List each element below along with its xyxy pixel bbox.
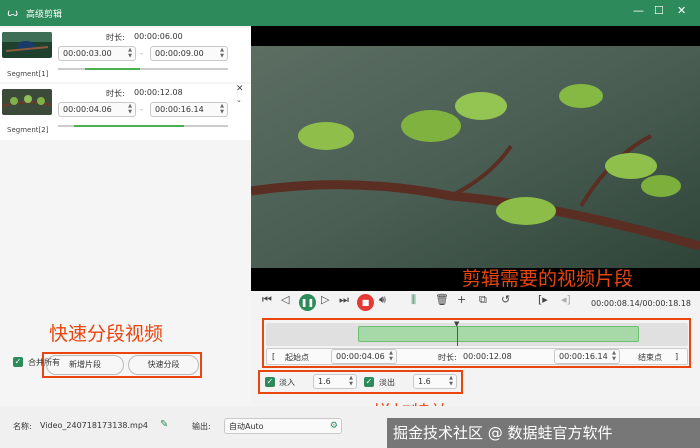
segment-range bbox=[74, 125, 184, 127]
spinner-icon: ▲ ▼ bbox=[389, 350, 393, 362]
quick-split-button[interactable]: 快速分段 bbox=[128, 355, 199, 375]
fade-in-checkbox[interactable]: ✓ bbox=[265, 377, 275, 387]
segment-panel: Segment[1] 时长: 00:00:06.00 00:00:03.00 ▲ ▼… bbox=[0, 26, 251, 406]
gear-icon: ⚙ bbox=[329, 421, 338, 431]
window-title: 高级剪辑 bbox=[26, 10, 63, 20]
cut-duration: 00:00:12.08 bbox=[463, 352, 512, 361]
skip-end-icon[interactable]: ⏭ bbox=[339, 293, 349, 307]
end-point-button[interactable]: 结束点 bbox=[638, 352, 662, 363]
skip-start-icon[interactable]: ⏮ bbox=[262, 293, 272, 307]
set-start-icon[interactable]: [▸ bbox=[538, 293, 548, 306]
app-logo-icon: ꙍ bbox=[7, 6, 19, 19]
reset-icon[interactable]: ↺ bbox=[501, 293, 510, 306]
segment-duration: 00:00:06.00 bbox=[134, 32, 183, 41]
play-icon[interactable]: ❚❚ bbox=[299, 294, 316, 311]
split-icon[interactable]: ⫼ bbox=[411, 293, 416, 307]
name-label: 名称: bbox=[13, 422, 32, 431]
segment-thumbnail bbox=[2, 32, 52, 58]
chevron-down-icon[interactable]: ⌄ bbox=[236, 96, 242, 104]
segment-item[interactable]: Segment[2] 时长: 00:00:12.08 ✕ ⌄ 00:00:04.… bbox=[0, 84, 251, 140]
cut-start-input[interactable]: 00:00:04.06 ▲ ▼ bbox=[331, 349, 397, 364]
segment-end-input[interactable]: 00:00:16.14 ▲ ▼ bbox=[150, 102, 228, 117]
video-preview[interactable]: 剪辑需要的视频片段 bbox=[251, 26, 700, 291]
step-forward-icon[interactable]: ▷ bbox=[321, 293, 329, 306]
timeline-selection[interactable] bbox=[358, 326, 639, 342]
volume-icon[interactable]: 🔊︎ bbox=[379, 293, 386, 307]
segment-start-input[interactable]: 00:00:04.06 ▲ ▼ bbox=[58, 102, 136, 117]
merge-all-label: 合并所有 bbox=[28, 358, 60, 367]
fade-in-label: 淡入 bbox=[279, 378, 295, 387]
duration-label: 时长: bbox=[106, 33, 125, 42]
spinner-icon: ▲ ▼ bbox=[349, 375, 353, 387]
bracket-right-icon: ] bbox=[675, 352, 679, 361]
spinner-icon: ▲ ▼ bbox=[220, 47, 224, 59]
file-name: Video_240718173138.mp4 bbox=[40, 421, 148, 430]
edit-icon[interactable]: ✎ bbox=[160, 419, 168, 430]
merge-all-checkbox[interactable]: ✓ bbox=[13, 357, 23, 367]
maximize-button[interactable]: ☐ bbox=[654, 4, 664, 17]
playhead-line bbox=[457, 327, 458, 346]
segment-thumbnail bbox=[2, 89, 52, 115]
range-dash: - bbox=[140, 49, 143, 58]
time-display: 00:00:08.14/00:00:18.18 bbox=[591, 299, 691, 308]
stop-icon[interactable]: ■ bbox=[357, 294, 374, 311]
segment-duration: 00:00:12.08 bbox=[134, 88, 183, 97]
fade-in-input[interactable]: 1.6 ▲ ▼ bbox=[313, 374, 357, 389]
fade-out-label: 淡出 bbox=[379, 378, 395, 387]
bracket-left-icon: [ bbox=[272, 352, 276, 361]
start-point-button[interactable]: 起始点 bbox=[285, 352, 309, 363]
cut-duration-label: 时长: bbox=[438, 353, 457, 362]
fade-out-checkbox[interactable]: ✓ bbox=[364, 377, 374, 387]
title-bar: ꙍ 高级剪辑 — ☐ ✕ bbox=[0, 0, 700, 26]
add-icon[interactable]: + bbox=[457, 293, 466, 306]
spinner-icon: ▲ ▼ bbox=[220, 103, 224, 115]
segment-range bbox=[85, 68, 140, 70]
duration-label: 时长: bbox=[106, 89, 125, 98]
output-field[interactable]: 自动Auto ⚙ bbox=[224, 418, 342, 434]
output-label: 输出: bbox=[192, 422, 211, 431]
segment-label: Segment[1] bbox=[7, 70, 49, 78]
step-back-icon[interactable]: ◁ bbox=[281, 293, 289, 306]
set-end-icon[interactable]: ◂] bbox=[561, 293, 571, 306]
spinner-icon: ▲ ▼ bbox=[612, 350, 616, 362]
close-button[interactable]: ✕ bbox=[677, 4, 686, 17]
delete-icon[interactable]: 🗑︎ bbox=[435, 293, 449, 306]
close-icon[interactable]: ✕ bbox=[236, 84, 244, 94]
range-dash: - bbox=[140, 105, 143, 114]
fade-out-input[interactable]: 1.6 ▲ ▼ bbox=[413, 374, 457, 389]
annotation-cut-needed: 剪辑需要的视频片段 bbox=[462, 268, 634, 290]
cut-end-input[interactable]: 00:00:16.14 ▲ ▼ bbox=[554, 349, 620, 364]
segment-item[interactable]: Segment[1] 时长: 00:00:06.00 00:00:03.00 ▲ ▼… bbox=[0, 28, 251, 82]
watermark: 掘金技术社区 @ 数据蛙官方软件 bbox=[387, 418, 700, 448]
spinner-icon: ▲ ▼ bbox=[128, 47, 132, 59]
video-frame bbox=[251, 46, 700, 268]
segment-end-input[interactable]: 00:00:09.00 ▲ ▼ bbox=[150, 46, 228, 61]
spinner-icon: ▲ ▼ bbox=[128, 103, 132, 115]
timeline-track[interactable]: ▼ bbox=[266, 320, 688, 346]
spinner-icon: ▲ ▼ bbox=[449, 375, 453, 387]
annotation-quick-split: 快速分段视频 bbox=[49, 323, 164, 345]
copy-icon[interactable]: ⧉ bbox=[479, 293, 487, 307]
minimize-button[interactable]: — bbox=[633, 4, 644, 17]
segment-track bbox=[58, 68, 228, 70]
segment-label: Segment[2] bbox=[7, 126, 49, 134]
segment-start-input[interactable]: 00:00:03.00 ▲ ▼ bbox=[58, 46, 136, 61]
